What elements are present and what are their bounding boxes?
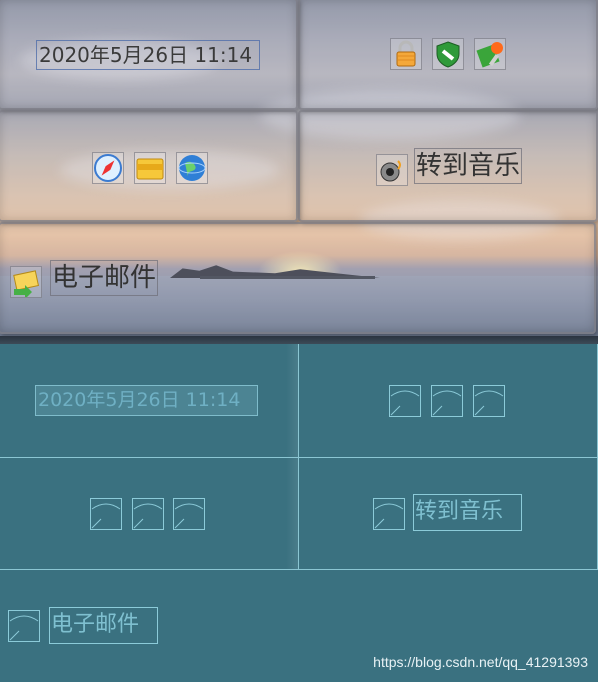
email-label[interactable]: 电子邮件: [50, 260, 159, 296]
settings-tool-icon[interactable]: [474, 38, 506, 70]
designer-datetime-label[interactable]: 2020年5月26日 11:14: [35, 385, 258, 416]
globe-icon[interactable]: [176, 152, 208, 184]
folder-icon[interactable]: [134, 152, 166, 184]
image-placeholder-icon[interactable]: [132, 498, 164, 530]
image-placeholder-icon[interactable]: [173, 498, 205, 530]
designer-tile-music[interactable]: 转到音乐: [299, 458, 598, 570]
runtime-preview: 2020年5月26日 11:14 转到音乐 电子邮件: [0, 0, 598, 336]
mail-arrow-icon[interactable]: [10, 266, 42, 298]
designer-music-label[interactable]: 转到音乐: [413, 494, 522, 531]
image-placeholder-icon[interactable]: [8, 610, 40, 642]
image-placeholder-icon[interactable]: [373, 498, 405, 530]
tile-datetime[interactable]: 2020年5月26日 11:14: [0, 0, 298, 110]
tile-email[interactable]: 电子邮件: [0, 222, 596, 334]
designer-tile-datetime[interactable]: 2020年5月26日 11:14: [0, 344, 299, 458]
tile-security-tools[interactable]: [298, 0, 598, 110]
watermark-url: https://blog.csdn.net/qq_41291393: [373, 654, 588, 670]
tile-shade: [286, 344, 298, 457]
designer-tile-security-tools[interactable]: [299, 344, 598, 458]
safari-compass-icon[interactable]: [92, 152, 124, 184]
tile-apps[interactable]: [0, 110, 298, 222]
image-placeholder-icon[interactable]: [473, 385, 505, 417]
music-label[interactable]: 转到音乐: [414, 148, 523, 184]
image-placeholder-icon[interactable]: [389, 385, 421, 417]
separator-bar: [0, 336, 598, 344]
designer-email-label[interactable]: 电子邮件: [49, 607, 158, 644]
datetime-label: 2020年5月26日 11:14: [36, 40, 260, 70]
designer-view: 2020年5月26日 11:14 转到音乐 电子邮件 https://blog.…: [0, 344, 598, 682]
lock-icon[interactable]: [390, 38, 422, 70]
shield-icon[interactable]: [432, 38, 464, 70]
speaker-music-icon[interactable]: [376, 154, 408, 186]
image-placeholder-icon[interactable]: [431, 385, 463, 417]
designer-tile-apps[interactable]: [0, 458, 299, 570]
tile-shade: [286, 458, 298, 569]
image-placeholder-icon[interactable]: [90, 498, 122, 530]
tile-music[interactable]: 转到音乐: [298, 110, 598, 222]
